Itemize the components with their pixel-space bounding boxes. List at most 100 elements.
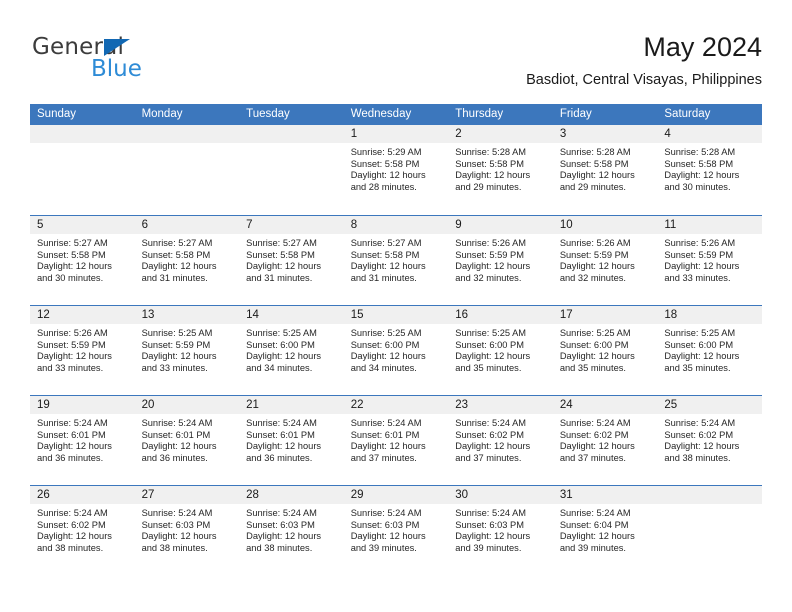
sunset-text: Sunset: 6:03 PM — [350, 519, 420, 530]
day-cell-31[interactable]: 31 Sunrise: 5:24 AM Sunset: 6:04 PM Dayligh… — [552, 486, 658, 575]
daylight-text-line1: Daylight: 12 hours — [246, 531, 322, 542]
day-number: 7 — [239, 216, 344, 234]
daylight-text-line1: Daylight: 12 hours — [455, 351, 531, 362]
day-cell-5[interactable]: 5 Sunrise: 5:27 AM Sunset: 5:58 PM Daylight… — [30, 216, 135, 305]
daylight-text-line2: and 28 minutes. — [350, 181, 417, 192]
day-number: 25 — [657, 396, 762, 414]
daylight-text-line2: and 35 minutes. — [559, 362, 626, 373]
sunrise-text: Sunrise: 5:29 AM — [350, 147, 422, 157]
day-cell-30[interactable]: 30 Sunrise: 5:24 AM Sunset: 6:03 PM Dayligh… — [448, 486, 553, 575]
weekday-header-thursday: Thursday — [455, 108, 504, 120]
daylight-text-line1: Daylight: 12 hours — [455, 531, 531, 542]
day-details: Sunrise: 5:24 AM Sunset: 6:02 PM Daylight:… — [448, 414, 553, 464]
day-cell-29[interactable]: 29 Sunrise: 5:24 AM Sunset: 6:03 PM Dayligh… — [343, 486, 449, 575]
day-cell-1[interactable]: 1 Sunrise: 5:29 AM Sunset: 5:58 PM Daylight… — [343, 125, 449, 215]
sunset-text: Sunset: 5:59 PM — [559, 249, 629, 260]
sunset-text: Sunset: 5:58 PM — [141, 249, 211, 260]
sunrise-text: Sunrise: 5:26 AM — [455, 238, 527, 248]
sunrise-text: Sunrise: 5:28 AM — [559, 147, 631, 157]
day-cell-21[interactable]: 21 Sunrise: 5:24 AM Sunset: 6:01 PM Dayligh… — [239, 396, 344, 485]
day-cell-4[interactable]: 4 Sunrise: 5:28 AM Sunset: 5:58 PM Daylight… — [657, 125, 762, 215]
title-block: May 2024 Basdiot, Central Visayas, Phili… — [526, 30, 762, 91]
daylight-text-line2: and 34 minutes. — [350, 362, 417, 373]
calendar-grid: Sunday Monday Tuesday Wednesday Thursday Frid… — [30, 104, 762, 575]
day-number: 22 — [343, 396, 449, 414]
day-number: 12 — [30, 306, 135, 324]
day-cell-19[interactable]: 19 Sunrise: 5:24 AM Sunset: 6:01 PM Dayligh… — [30, 396, 135, 485]
day-cell-15[interactable]: 15 Sunrise: 5:25 AM Sunset: 6:00 PM Dayligh… — [343, 306, 449, 395]
weekday-header-saturday: Saturday — [664, 108, 711, 120]
sunrise-text: Sunrise: 5:24 AM — [664, 418, 736, 428]
sunset-text: Sunset: 6:03 PM — [455, 519, 524, 530]
day-cell-26[interactable]: 26 Sunrise: 5:24 AM Sunset: 6:02 PM Dayligh… — [30, 486, 135, 575]
day-cell-8[interactable]: 8 Sunrise: 5:27 AM Sunset: 5:58 PM Daylight… — [343, 216, 449, 305]
sunset-text: Sunset: 6:00 PM — [664, 339, 734, 350]
calendar-week-row: 5 Sunrise: 5:27 AM Sunset: 5:58 PM Daylight… — [30, 215, 762, 305]
day-details: Sunrise: 5:24 AM Sunset: 6:04 PM Daylight:… — [553, 504, 658, 554]
sunrise-text: Sunrise: 5:24 AM — [559, 508, 631, 518]
sunset-text: Sunset: 6:02 PM — [559, 429, 629, 440]
sunrise-text: Sunrise: 5:24 AM — [455, 508, 527, 518]
day-cell-12[interactable]: 12 Sunrise: 5:26 AM Sunset: 5:59 PM Dayligh… — [30, 306, 135, 395]
day-number: 4 — [657, 125, 762, 143]
daylight-text-line2: and 39 minutes. — [559, 542, 626, 553]
daylight-text-line1: Daylight: 12 hours — [455, 170, 531, 181]
day-number: 5 — [30, 216, 135, 234]
daylight-text-line1: Daylight: 12 hours — [559, 170, 635, 181]
day-cell-17[interactable]: 17 Sunrise: 5:25 AM Sunset: 6:00 PM Dayligh… — [552, 306, 658, 395]
day-cell-11[interactable]: 11 Sunrise: 5:26 AM Sunset: 5:59 PM Dayligh… — [657, 216, 762, 305]
weekday-header-monday: Monday — [141, 108, 183, 120]
day-details: Sunrise: 5:25 AM Sunset: 5:59 PM Daylight:… — [135, 324, 240, 374]
daylight-text-line2: and 36 minutes. — [37, 452, 104, 463]
day-cell-27[interactable]: 27 Sunrise: 5:24 AM Sunset: 6:03 PM Dayligh… — [134, 486, 240, 575]
day-number: 21 — [239, 396, 344, 414]
day-cell-7[interactable]: 7 Sunrise: 5:27 AM Sunset: 5:58 PM Daylight… — [239, 216, 344, 305]
daylight-text-line2: and 29 minutes. — [559, 181, 626, 192]
day-cell-20[interactable]: 20 Sunrise: 5:24 AM Sunset: 6:01 PM Dayligh… — [134, 396, 240, 485]
daylight-text-line1: Daylight: 12 hours — [246, 261, 322, 272]
day-cell-14[interactable]: 14 Sunrise: 5:25 AM Sunset: 6:00 PM Dayligh… — [239, 306, 344, 395]
page-header: General Blue May 2024 Basdiot, Central V… — [30, 30, 762, 98]
day-cell-13[interactable]: 13 Sunrise: 5:25 AM Sunset: 5:59 PM Dayligh… — [134, 306, 240, 395]
day-cell-2[interactable]: 2 Sunrise: 5:28 AM Sunset: 5:58 PM Daylight… — [448, 125, 553, 215]
sunrise-text: Sunrise: 5:24 AM — [141, 508, 213, 518]
day-cell-9[interactable]: 9 Sunrise: 5:26 AM Sunset: 5:59 PM Daylight… — [448, 216, 553, 305]
daylight-text-line2: and 31 minutes. — [246, 272, 313, 283]
daylight-text-line1: Daylight: 12 hours — [37, 441, 112, 452]
day-number — [657, 486, 762, 504]
daylight-text-line1: Daylight: 12 hours — [141, 531, 217, 542]
day-cell-23[interactable]: 23 Sunrise: 5:24 AM Sunset: 6:02 PM Dayligh… — [448, 396, 553, 485]
daylight-text-line1: Daylight: 12 hours — [559, 531, 635, 542]
daylight-text-line2: and 37 minutes. — [350, 452, 417, 463]
day-details: Sunrise: 5:24 AM Sunset: 6:03 PM Daylight:… — [239, 504, 344, 554]
day-cell-18[interactable]: 18 Sunrise: 5:25 AM Sunset: 6:00 PM Dayligh… — [657, 306, 762, 395]
day-cell-24[interactable]: 24 Sunrise: 5:24 AM Sunset: 6:02 PM Dayligh… — [552, 396, 658, 485]
day-number — [30, 125, 135, 143]
day-details: Sunrise: 5:25 AM Sunset: 6:00 PM Daylight:… — [657, 324, 762, 374]
sunset-text: Sunset: 5:58 PM — [664, 158, 734, 169]
sunset-text: Sunset: 6:02 PM — [664, 429, 734, 440]
day-cell-22[interactable]: 22 Sunrise: 5:24 AM Sunset: 6:01 PM Dayligh… — [343, 396, 449, 485]
sunrise-text: Sunrise: 5:25 AM — [664, 328, 736, 338]
day-cell-16[interactable]: 16 Sunrise: 5:25 AM Sunset: 6:00 PM Dayligh… — [448, 306, 553, 395]
daylight-text-line1: Daylight: 12 hours — [559, 441, 635, 452]
daylight-text-line1: Daylight: 12 hours — [37, 531, 112, 542]
daylight-text-line2: and 38 minutes. — [664, 452, 731, 463]
day-number: 31 — [552, 486, 658, 504]
sunrise-text: Sunrise: 5:24 AM — [141, 418, 213, 428]
day-cell-25[interactable]: 25 Sunrise: 5:24 AM Sunset: 6:02 PM Dayligh… — [657, 396, 762, 485]
day-details: Sunrise: 5:28 AM Sunset: 5:58 PM Daylight:… — [553, 143, 658, 193]
day-details: Sunrise: 5:29 AM Sunset: 5:58 PM Daylight:… — [344, 143, 449, 193]
day-number: 26 — [30, 486, 135, 504]
day-cell-empty — [657, 486, 762, 575]
day-cell-3[interactable]: 3 Sunrise: 5:28 AM Sunset: 5:58 PM Daylight… — [552, 125, 658, 215]
daylight-text-line2: and 34 minutes. — [246, 362, 313, 373]
day-cell-10[interactable]: 10 Sunrise: 5:26 AM Sunset: 5:59 PM Dayligh… — [552, 216, 658, 305]
day-details: Sunrise: 5:26 AM Sunset: 5:59 PM Daylight:… — [448, 234, 553, 284]
sunrise-text: Sunrise: 5:27 AM — [350, 238, 422, 248]
day-cell-28[interactable]: 28 Sunrise: 5:24 AM Sunset: 6:03 PM Dayligh… — [239, 486, 344, 575]
general-blue-logo[interactable]: General Blue — [32, 34, 232, 90]
sunset-text: Sunset: 6:01 PM — [141, 429, 211, 440]
daylight-text-line1: Daylight: 12 hours — [455, 261, 531, 272]
day-cell-6[interactable]: 6 Sunrise: 5:27 AM Sunset: 5:58 PM Daylight… — [134, 216, 240, 305]
